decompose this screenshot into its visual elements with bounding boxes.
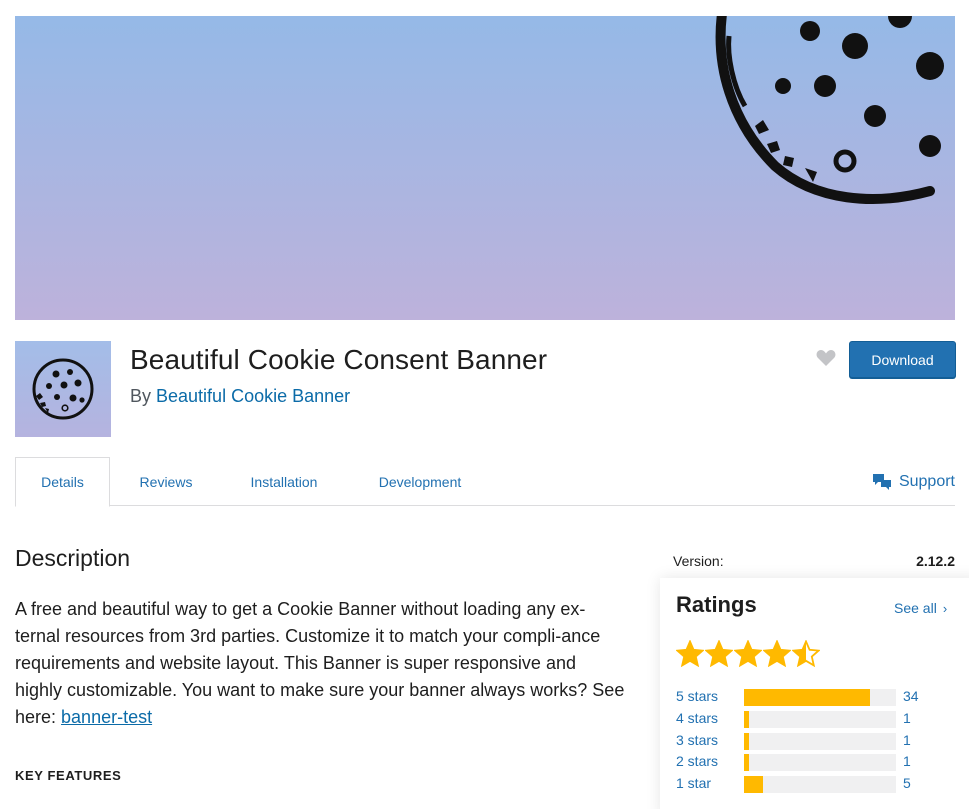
rating-row-count[interactable]: 1 (903, 732, 911, 748)
plugin-title: Beautiful Cookie Consent Banner (130, 344, 548, 375)
banner-test-link[interactable]: banner-test (61, 707, 152, 727)
star-filled-icon (734, 640, 762, 667)
byline-prefix: By (130, 386, 157, 406)
star-filled-icon (676, 640, 704, 667)
star-half-icon (792, 640, 820, 667)
rating-row-fill (744, 689, 870, 706)
plugin-icon (15, 341, 111, 437)
star-filled-icon (705, 640, 733, 667)
rating-row-label[interactable]: 1 star (676, 775, 711, 791)
description-heading: Description (15, 545, 131, 571)
support-link[interactable]: Support (872, 457, 955, 506)
rating-row-bar (744, 711, 896, 728)
chevron-right-icon: › (942, 601, 948, 616)
cookie-icon (32, 358, 94, 420)
rating-row-fill (744, 754, 749, 771)
rating-row: 2 stars 1 (676, 753, 926, 771)
rating-row-bar (744, 754, 896, 771)
rating-row-label[interactable]: 2 stars (676, 753, 718, 769)
plugin-byline: By Beautiful Cookie Banner (130, 386, 350, 407)
description-text: A free and beautiful way to get a Cookie… (15, 596, 625, 731)
star-rating (676, 640, 820, 667)
tab-development[interactable]: Development (365, 457, 475, 506)
rating-row-fill (744, 711, 749, 728)
star-filled-icon (763, 640, 791, 667)
version-label: Version: (673, 553, 724, 569)
support-label: Support (898, 472, 955, 490)
version-value: 2.12.2 (916, 553, 955, 569)
download-button[interactable]: Download (849, 341, 956, 378)
rating-row-bar (744, 733, 896, 750)
rating-row-count[interactable]: 5 (903, 775, 911, 791)
rating-row-label[interactable]: 5 stars (676, 688, 718, 704)
rating-row-bar (744, 689, 896, 706)
ratings-heading: Ratings (676, 592, 757, 617)
rating-row-label[interactable]: 3 stars (676, 732, 718, 748)
rating-row-count[interactable]: 34 (903, 688, 919, 704)
rating-row: 4 stars 1 (676, 710, 926, 728)
rating-row: 3 stars 1 (676, 732, 926, 750)
version-row: Version: 2.12.2 (673, 553, 955, 569)
favorite-heart-icon[interactable] (816, 349, 836, 367)
cookie-illustration (715, 16, 944, 204)
rating-row-fill (744, 776, 763, 793)
tab-reviews[interactable]: Reviews (125, 457, 207, 506)
support-chat-icon (872, 473, 891, 490)
rating-row-fill (744, 733, 749, 750)
tab-installation[interactable]: Installation (237, 457, 331, 506)
plugin-banner (15, 16, 955, 320)
rating-row-bar (744, 776, 896, 793)
rating-row-count[interactable]: 1 (903, 753, 911, 769)
author-link[interactable]: Beautiful Cookie Banner (156, 386, 350, 406)
key-features-heading: KEY FEATURES (15, 768, 122, 783)
see-all-ratings-link[interactable]: See all › (894, 600, 947, 616)
rating-row-label[interactable]: 4 stars (676, 710, 718, 726)
see-all-label: See all (894, 600, 937, 616)
rating-row: 5 stars 34 (676, 688, 926, 706)
plugin-tabs: Details Reviews Installation Development… (15, 457, 955, 507)
rating-row-count[interactable]: 1 (903, 710, 911, 726)
rating-row: 1 star 5 (676, 775, 926, 793)
tab-details[interactable]: Details (15, 457, 110, 507)
